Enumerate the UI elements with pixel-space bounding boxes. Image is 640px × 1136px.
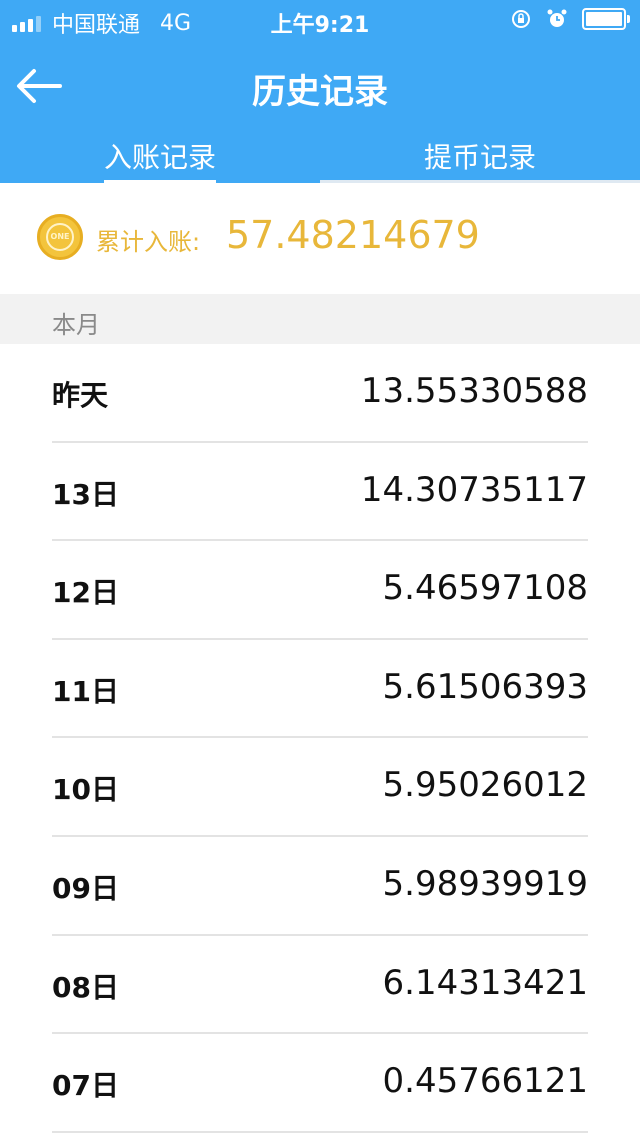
record-amount: 5.46597108 <box>382 568 589 609</box>
tab-label: 入账记录 <box>103 136 216 184</box>
section-header: 本月 <box>0 294 640 344</box>
app-header: 中国联通 4G 上午9:21 历史记录 入账记录 提币记录 <box>0 0 640 184</box>
record-row[interactable]: 12日 5.46597108 <box>0 541 640 640</box>
navbar: 历史记录 <box>0 52 640 118</box>
record-amount: 6.14313421 <box>382 962 589 1003</box>
record-row[interactable]: 08日 6.14313421 <box>0 935 640 1035</box>
one-coin-icon: ONE <box>37 214 83 260</box>
battery-icon <box>582 8 630 30</box>
tab-deposit-records[interactable]: 入账记录 <box>0 130 320 184</box>
record-date: 11日 <box>52 674 119 708</box>
total-summary: ONE 累计入账: 57.48214679 <box>0 183 640 294</box>
record-amount: 5.95026012 <box>382 765 589 806</box>
total-value: 57.48214679 <box>226 213 480 257</box>
record-row[interactable]: 07日 0.45766121 <box>0 1034 640 1133</box>
record-date: 12日 <box>52 576 119 610</box>
record-list: 昨天 13.55330588 13日 14.30735117 12日 5.465… <box>0 344 640 1133</box>
tab-bar: 入账记录 提币记录 <box>0 130 640 184</box>
record-amount: 5.61506393 <box>382 666 589 707</box>
status-bar: 中国联通 4G 上午9:21 <box>0 0 640 40</box>
record-date: 10日 <box>52 773 119 807</box>
orientation-lock-icon <box>512 10 530 28</box>
record-date: 07日 <box>52 1069 119 1103</box>
record-row[interactable]: 10日 5.95026012 <box>0 738 640 837</box>
record-amount: 5.98939919 <box>382 863 589 904</box>
record-amount: 13.55330588 <box>360 371 588 411</box>
page-title: 历史记录 <box>252 72 388 112</box>
record-row[interactable]: 11日 5.61506393 <box>0 639 640 739</box>
record-date: 08日 <box>52 970 119 1004</box>
coin-text: ONE <box>46 223 74 251</box>
record-row[interactable]: 昨天 13.55330588 <box>0 344 640 443</box>
record-amount: 0.45766121 <box>382 1061 589 1102</box>
record-date: 昨天 <box>52 379 109 412</box>
record-date: 13日 <box>52 477 119 511</box>
record-row[interactable]: 13日 14.30735117 <box>0 442 640 542</box>
status-right <box>510 8 630 30</box>
divider <box>52 1130 588 1133</box>
section-title: 本月 <box>52 311 100 339</box>
tab-label: 提币记录 <box>423 141 536 174</box>
alarm-icon <box>547 9 567 27</box>
record-row[interactable]: 09日 5.98939919 <box>0 836 640 936</box>
tab-withdraw-records[interactable]: 提币记录 <box>320 130 640 183</box>
record-amount: 14.30735117 <box>360 469 588 510</box>
record-date: 09日 <box>52 871 119 905</box>
total-label: 累计入账: <box>96 228 201 256</box>
